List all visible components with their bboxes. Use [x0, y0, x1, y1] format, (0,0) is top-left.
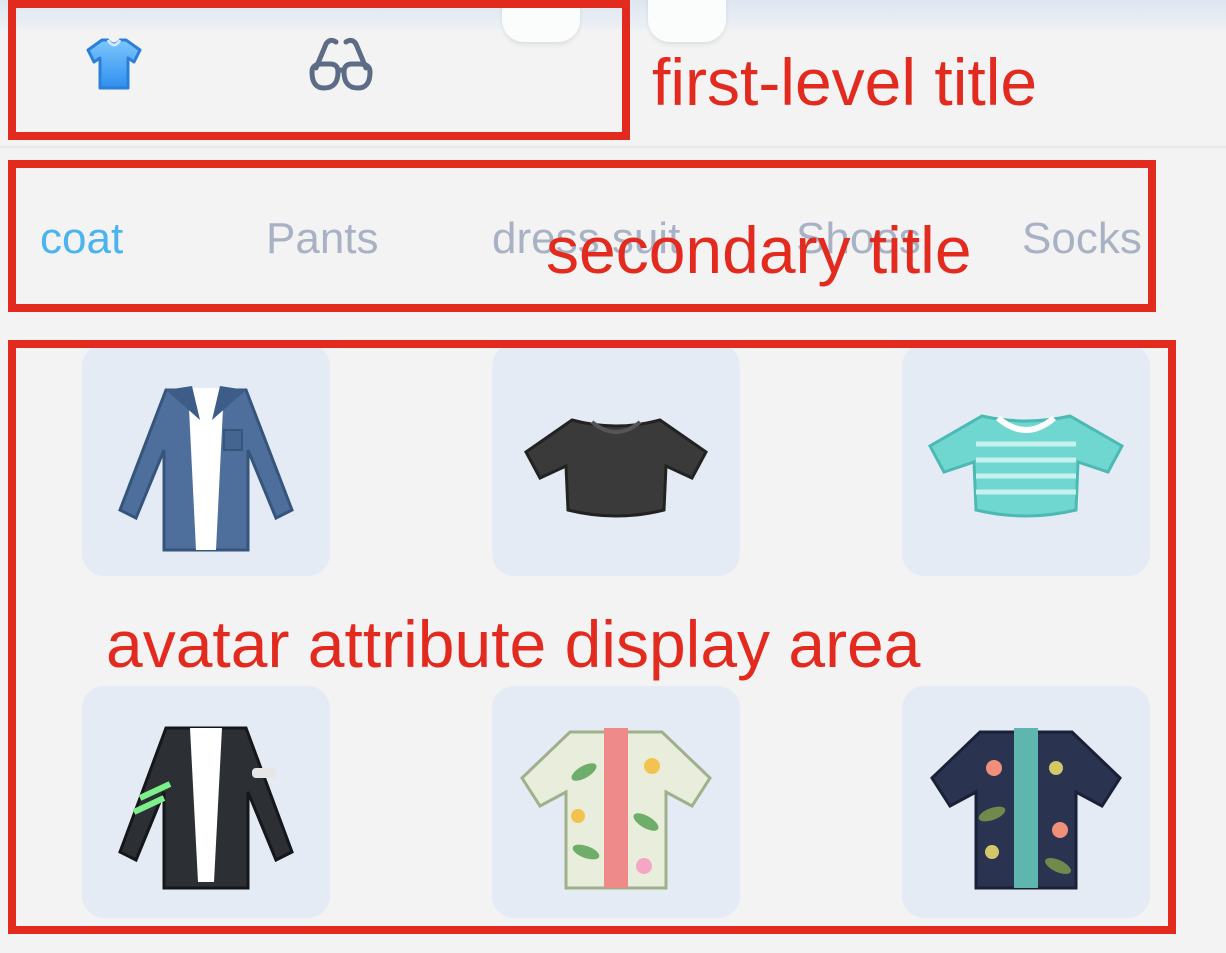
tab-pants[interactable]: Pants — [266, 214, 379, 264]
tab-coat[interactable]: coat — [40, 214, 123, 264]
floral-hawaiian-shirt-light-thumbnail — [520, 728, 712, 890]
tab-socks[interactable]: Socks — [1022, 214, 1142, 264]
tab-dress-suit[interactable]: dress suit — [492, 214, 680, 264]
item-floral-hawaiian-shirt-dark[interactable] — [902, 686, 1150, 918]
denim-jacket-thumbnail — [118, 386, 294, 552]
section-divider — [0, 146, 1226, 148]
item-black-crop-tee[interactable] — [492, 344, 740, 576]
tab-shoes[interactable]: Shoes — [796, 214, 921, 264]
item-black-varsity-jacket[interactable] — [82, 686, 330, 918]
item-floral-hawaiian-shirt-light[interactable] — [492, 686, 740, 918]
black-varsity-jacket-thumbnail — [118, 726, 294, 890]
glasses-icon[interactable] — [306, 34, 376, 94]
avatar-attribute-grid — [0, 330, 1226, 930]
first-level-category-bar — [0, 0, 1226, 146]
item-denim-jacket[interactable] — [82, 344, 330, 576]
item-teal-striped-crop-tee[interactable] — [902, 344, 1150, 576]
shirt-icon[interactable] — [84, 34, 144, 94]
black-crop-tee-thumbnail — [524, 418, 708, 518]
floral-hawaiian-shirt-dark-thumbnail — [930, 728, 1122, 890]
secondary-category-tabs: coat Pants dress suit Shoes Socks — [0, 160, 1226, 312]
teal-striped-crop-tee-thumbnail — [927, 414, 1125, 518]
